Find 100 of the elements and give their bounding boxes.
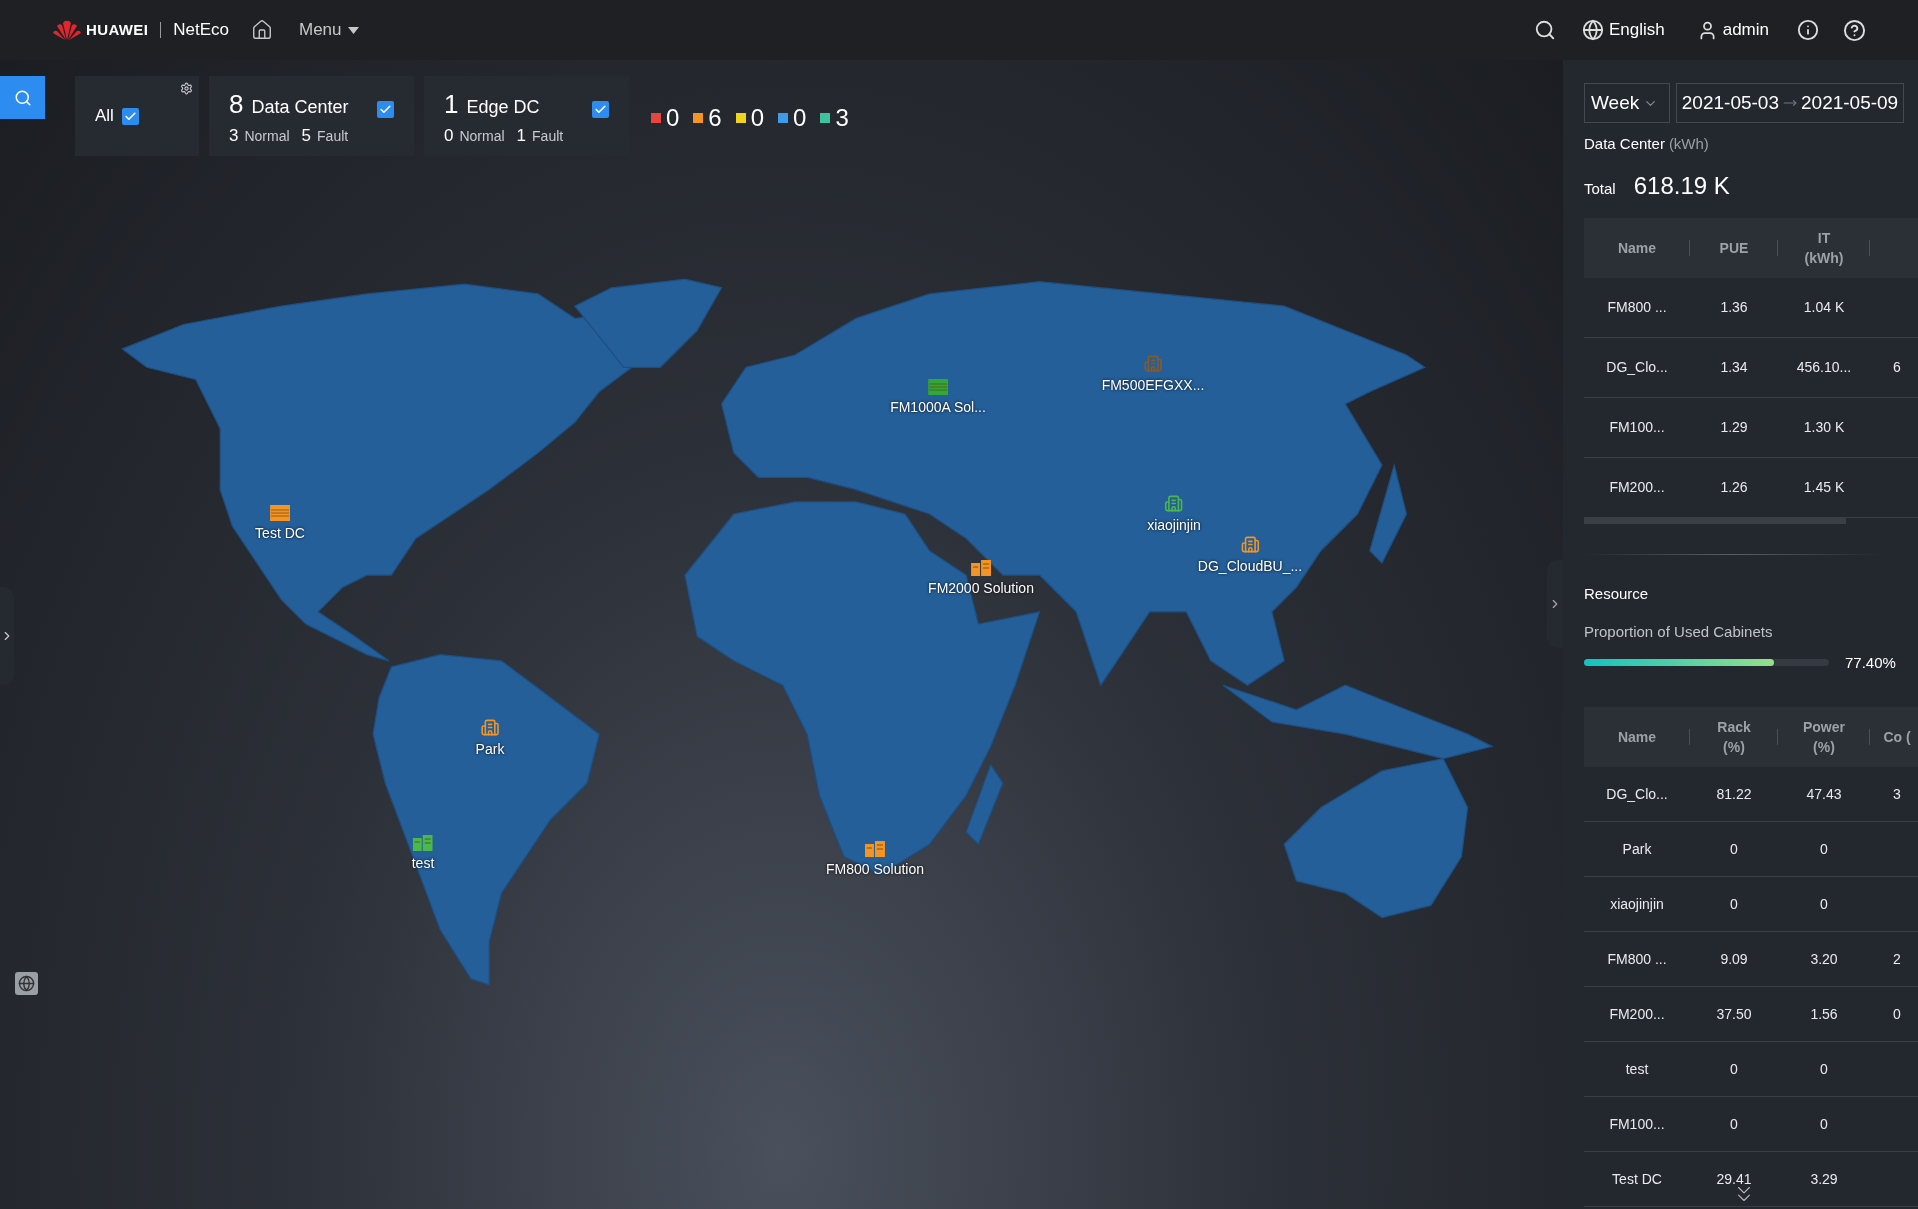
search-icon[interactable]: [1533, 19, 1556, 41]
table-cell-text: 0: [1730, 1059, 1738, 1079]
table-cell-text: FM100...: [1609, 1114, 1665, 1134]
table-cell-text: 0: [1730, 1114, 1738, 1134]
progress-value: 77.40%: [1845, 652, 1896, 673]
building-icon[interactable]: [480, 718, 500, 737]
site-label[interactable]: Test DC: [255, 523, 305, 544]
fault-count: 5: [301, 125, 312, 147]
site-label[interactable]: test: [411, 853, 435, 874]
table-cell-text: FM100...: [1609, 417, 1665, 437]
fault-label: Fault: [317, 127, 349, 146]
building-icon[interactable]: [1164, 494, 1184, 513]
normal-count: 3: [229, 125, 239, 147]
table-cell-text: 3.29: [1810, 1169, 1838, 1189]
table-cell-text: 1.45 K: [1803, 477, 1845, 497]
table-cell-text: 1.56: [1810, 1004, 1838, 1024]
date-range-field[interactable]: 2021-05-03 2021-05-09: [1676, 83, 1904, 123]
filter-label: All: [95, 105, 114, 128]
table-cell-text: FM200...: [1609, 1004, 1665, 1024]
table-cell-text: 37.50: [1716, 1004, 1752, 1024]
normal-label: Normal: [244, 127, 290, 146]
table-cell-text: FM800 ...: [1607, 949, 1667, 969]
table-cell-text: Park: [1622, 839, 1652, 859]
table-cell-text: FM800 ...: [1607, 297, 1667, 317]
column-header: IT (kWh): [1803, 228, 1845, 268]
table-cell-text: 3: [1893, 784, 1901, 804]
search-button[interactable]: [0, 76, 45, 119]
column-header: PUE: [1719, 238, 1749, 258]
language-button[interactable]: English: [1581, 17, 1665, 43]
checkbox[interactable]: [592, 101, 609, 118]
site-label[interactable]: xiaojinjin: [1147, 515, 1201, 536]
table-cell-text: 6: [1893, 357, 1901, 377]
table-cell-text: 47.43: [1806, 784, 1842, 804]
alarm-count[interactable]: 0: [793, 104, 807, 132]
check-icon: [594, 103, 607, 116]
table-cell-text: 1.29: [1720, 417, 1748, 437]
building-icon[interactable]: [1240, 535, 1260, 554]
caret-icon: [347, 26, 359, 34]
site-label[interactable]: DG_CloudBU_...: [1197, 556, 1303, 577]
check-icon: [123, 109, 137, 123]
table-cell-text: 456.10...: [1796, 357, 1852, 377]
total-value: 618.19 K: [1633, 170, 1730, 201]
table-cell-text: 0: [1820, 839, 1828, 859]
globe-icon: [1581, 19, 1604, 41]
fault-label: Fault: [532, 127, 564, 146]
checkbox[interactable]: [377, 101, 394, 118]
site-label[interactable]: FM800 Solution: [825, 859, 925, 880]
start-date: 2021-05-03: [1681, 90, 1779, 115]
column-header: Name: [1617, 728, 1657, 747]
table-cell-text: 3.20: [1810, 949, 1838, 969]
table-cell-text: 0: [1893, 1004, 1901, 1024]
help-icon[interactable]: [1843, 18, 1866, 42]
table-cell-text: 0: [1820, 1114, 1828, 1134]
menu-button[interactable]: Menu: [299, 17, 359, 43]
rack-icon[interactable]: [270, 505, 290, 521]
table-cell-text: 9.09: [1720, 949, 1748, 969]
globe-button[interactable]: [15, 972, 38, 995]
table-cell-text: 1.26: [1720, 477, 1748, 497]
table-cell-text: xiaojinjin: [1610, 894, 1664, 914]
globe-icon: [18, 975, 35, 992]
rack-icon[interactable]: [928, 379, 948, 395]
scrollbar[interactable]: [1584, 516, 1846, 524]
fault-count: 1: [516, 125, 527, 147]
alarm-count[interactable]: 3: [835, 104, 849, 132]
table-cell-text: 2: [1893, 949, 1901, 969]
site-label[interactable]: Park: [475, 739, 505, 760]
brand-name: HUAWEI: [86, 19, 149, 40]
site-label[interactable]: FM500EFGXX...: [1101, 375, 1205, 396]
normal-label: Normal: [459, 127, 505, 146]
site-label[interactable]: FM1000A Sol...: [890, 397, 986, 418]
site-count: 1: [444, 90, 459, 118]
progress-label: Proportion of Used Cabinets: [1584, 622, 1774, 642]
column-header: Name: [1617, 238, 1657, 258]
checkbox[interactable]: [121, 107, 139, 125]
table-cell-text: DG_Clo...: [1606, 784, 1668, 804]
column-header: Co (: [1883, 728, 1911, 747]
period-select[interactable]: Week: [1584, 83, 1670, 123]
unit-label: (kWh): [1668, 134, 1709, 154]
settings-icon[interactable]: [180, 82, 193, 95]
filter-label: Edge DC: [466, 96, 540, 119]
table-cell-text: test: [1625, 1059, 1649, 1079]
filter-label: Data Center: [251, 96, 349, 119]
logo-icon: [52, 19, 82, 41]
table-cell-text: 0: [1820, 894, 1828, 914]
check-icon: [379, 103, 392, 116]
alarm-count[interactable]: 6: [708, 104, 722, 132]
info-icon[interactable]: [1797, 19, 1819, 41]
cabinets-icon[interactable]: [971, 560, 991, 576]
cabinets-icon[interactable]: [413, 835, 433, 851]
cabinets-icon[interactable]: [865, 841, 885, 857]
section-title: Resource: [1584, 583, 1650, 604]
column-header: Power (%): [1802, 718, 1846, 757]
site-label[interactable]: FM2000 Solution: [928, 578, 1034, 599]
user-button[interactable]: admin: [1696, 17, 1769, 43]
table-cell-text: 1.04 K: [1803, 297, 1845, 317]
table-cell-text: 1.34: [1720, 357, 1748, 377]
home-icon[interactable]: [251, 19, 273, 41]
table-cell-text: 1.36: [1720, 297, 1748, 317]
alarm-count[interactable]: 0: [666, 104, 680, 132]
alarm-count[interactable]: 0: [750, 104, 765, 132]
